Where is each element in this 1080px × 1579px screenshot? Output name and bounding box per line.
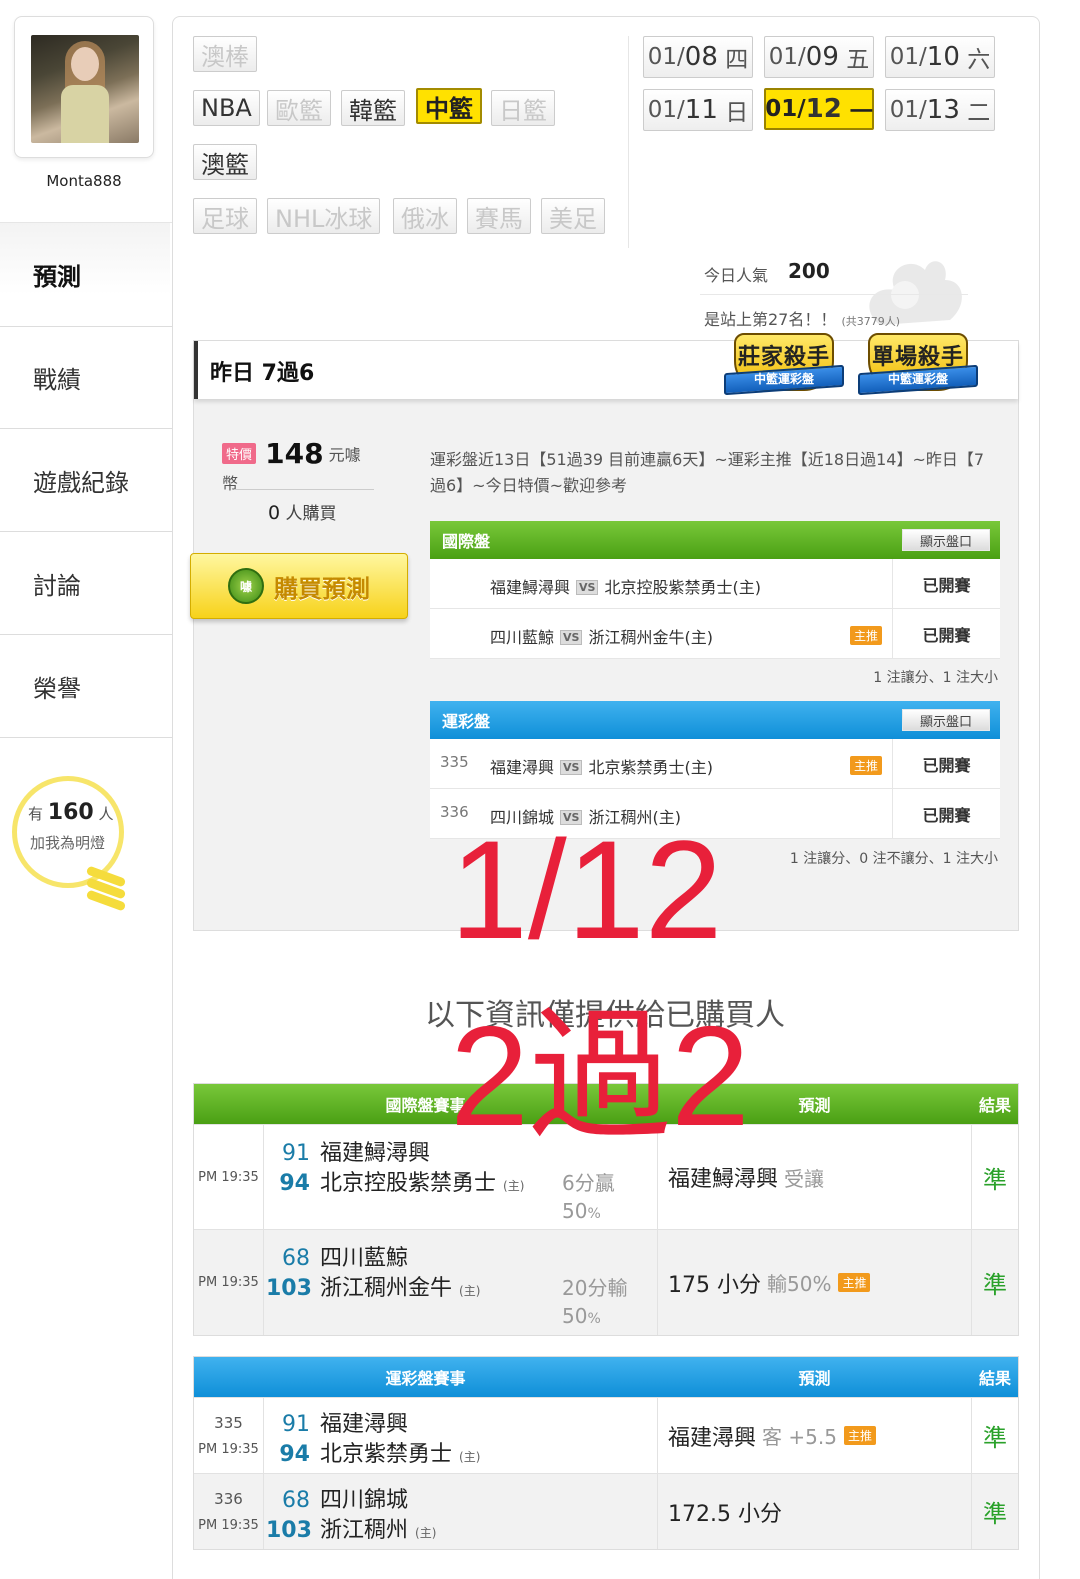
banker-killer-badge-icon: 莊家殺手 中籃運彩盤 xyxy=(724,333,844,405)
lottery-market-row: 335 福建潯興 VS 北京紫禁勇士(主) 主推 已開賽 xyxy=(430,739,1000,789)
main-pick-badge: 主推 xyxy=(850,756,883,775)
sport-btn-nhl[interactable]: NHL冰球 xyxy=(267,198,381,234)
intl-market-row: 福建鱘潯興 VS 北京控股紫禁勇士(主) 已開賽 xyxy=(430,559,1000,609)
sidebar: Monta888 預測 戰績 遊戲紀錄 討論 榮譽 有 160 人 加我為明燈 xyxy=(0,0,172,1579)
avatar[interactable] xyxy=(31,35,139,143)
match-status: 已開賽 xyxy=(892,789,1000,839)
popularity-divider xyxy=(700,294,968,295)
result-correct: 準 xyxy=(983,1424,1007,1452)
sport-btn-aus-baseball[interactable]: 澳棒 xyxy=(193,36,257,72)
main-pick-badge: 主推 xyxy=(843,1426,876,1445)
lottery-results-table: 運彩盤賽事 預測 結果 335 PM 19:35 91 福建潯興 94 北京紫禁勇士 … xyxy=(193,1356,1019,1550)
prediction-pick: 福建鱘潯興 xyxy=(668,1167,779,1192)
vs-icon: VS xyxy=(560,630,583,645)
single-killer-badge-icon: 單場殺手 中籃運彩盤 xyxy=(858,333,978,405)
avatar-card[interactable] xyxy=(14,16,154,158)
prediction-pick: 172.5 小分 xyxy=(668,1501,782,1527)
sport-btn-china-basketball[interactable]: 中籃 xyxy=(416,88,482,124)
popularity-label: 今日人氣 xyxy=(704,266,769,285)
vs-icon: VS xyxy=(560,760,583,775)
sport-btn-aus-basketball[interactable]: 澳籃 xyxy=(193,144,257,180)
match-status: 已開賽 xyxy=(892,559,1000,609)
nav-item-predict[interactable]: 預測 xyxy=(0,222,172,325)
prediction-pick: 福建潯興 xyxy=(668,1425,757,1451)
table-row: 336 PM 19:35 68 四川錦城 103 浙江稠州 (主) 172.5 小分 … xyxy=(194,1473,1018,1549)
price-divider xyxy=(234,489,374,490)
nav-item-discussion[interactable]: 討論 xyxy=(0,532,172,635)
sport-btn-korea-basketball[interactable]: 韓籃 xyxy=(341,90,405,126)
main-pick-badge: 主推 xyxy=(850,626,883,645)
username[interactable]: Monta888 xyxy=(0,172,168,190)
table-row: 335 PM 19:35 91 福建潯興 94 北京紫禁勇士 (主) 福建潯興客 +5… xyxy=(194,1397,1018,1473)
fan-count: 有 160 人 xyxy=(28,800,114,825)
intl-market-row: 四川藍鯨 VS 浙江稠州金牛(主) 主推 已開賽 xyxy=(430,609,1000,659)
nav-item-record[interactable]: 戰績 xyxy=(0,326,172,429)
lottery-summary: 1 注讓分、0 注不讓分、1 注大小 xyxy=(789,851,998,867)
sport-btn-russia-hockey[interactable]: 俄冰 xyxy=(393,198,457,234)
panel-title: 昨日 7過6 xyxy=(210,361,315,386)
result-correct: 準 xyxy=(983,1165,1007,1194)
result-correct: 準 xyxy=(983,1500,1007,1528)
table-row: PM 19:35 68 四川藍鯨 103 浙江稠州金牛 (主) 20分輸 50% 17… xyxy=(194,1229,1018,1335)
sport-btn-american-football[interactable]: 美足 xyxy=(541,198,605,234)
date-btn-0112[interactable]: 01/12 一 xyxy=(764,88,874,130)
date-btn-0111[interactable]: 01/11 日 xyxy=(643,89,753,131)
match-status: 已開賽 xyxy=(892,609,1000,659)
intl-market-header: 國際盤 顯示盤口 xyxy=(430,521,1000,559)
prediction-pick: 175 小分 xyxy=(668,1272,761,1298)
overlay-record: 2過2 xyxy=(450,997,750,1156)
rank-text: 是站上第27名！！ (共3779人) xyxy=(704,310,901,329)
coin-icon: 噱 xyxy=(228,568,264,604)
date-btn-0110[interactable]: 01/10 六 xyxy=(885,36,995,78)
sport-btn-euro-basketball[interactable]: 歐籃 xyxy=(267,90,331,126)
result-correct: 準 xyxy=(983,1271,1007,1299)
date-btn-0109[interactable]: 01/09 五 xyxy=(764,36,874,78)
sport-btn-japan-basketball[interactable]: 日籃 xyxy=(491,90,555,126)
special-price-tag: 特價 xyxy=(222,443,257,464)
intl-summary: 1 注讓分、1 注大小 xyxy=(873,670,998,686)
show-odds-button[interactable]: 顯示盤口 xyxy=(902,529,990,551)
price-box: 特價 148 元噱幣 xyxy=(222,437,372,494)
prediction-description: 運彩盤近13日【51過39 目前連贏6天】~運彩主推【近18日過14】~昨日【7… xyxy=(430,450,985,495)
sport-btn-soccer[interactable]: 足球 xyxy=(193,198,257,234)
sport-btn-horse-racing[interactable]: 賽馬 xyxy=(467,198,531,234)
price-value: 148 xyxy=(265,437,324,470)
lottery-results-header: 運彩盤賽事 預測 結果 xyxy=(194,1357,1018,1397)
nav-item-game-log[interactable]: 遊戲紀錄 xyxy=(0,429,172,532)
buy-prediction-button[interactable]: 噱 購買預測 xyxy=(190,553,408,619)
panel-header: 昨日 7過6 莊家殺手 中籃運彩盤 單場殺手 中籃運彩盤 xyxy=(194,333,1018,399)
lightbulb-base-icon xyxy=(85,865,127,916)
nav-item-honor[interactable]: 榮譽 xyxy=(0,635,172,738)
show-odds-button[interactable]: 顯示盤口 xyxy=(902,709,990,731)
sport-btn-nba[interactable]: NBA xyxy=(193,90,260,126)
main-pick-badge: 主推 xyxy=(838,1273,871,1292)
buyers-count: 0 人購買 xyxy=(268,502,337,524)
date-btn-0113[interactable]: 01/13 二 xyxy=(885,89,995,131)
popularity-value: 200 xyxy=(788,259,830,283)
overlay-date: 1/12 xyxy=(450,811,723,968)
date-btn-0108[interactable]: 01/08 四 xyxy=(643,36,753,78)
fan-caption: 加我為明燈 xyxy=(30,834,106,852)
vs-icon: VS xyxy=(576,580,599,595)
divider xyxy=(628,36,629,248)
lottery-market-header: 運彩盤 顯示盤口 xyxy=(430,701,1000,739)
match-status: 已開賽 xyxy=(892,739,1000,789)
